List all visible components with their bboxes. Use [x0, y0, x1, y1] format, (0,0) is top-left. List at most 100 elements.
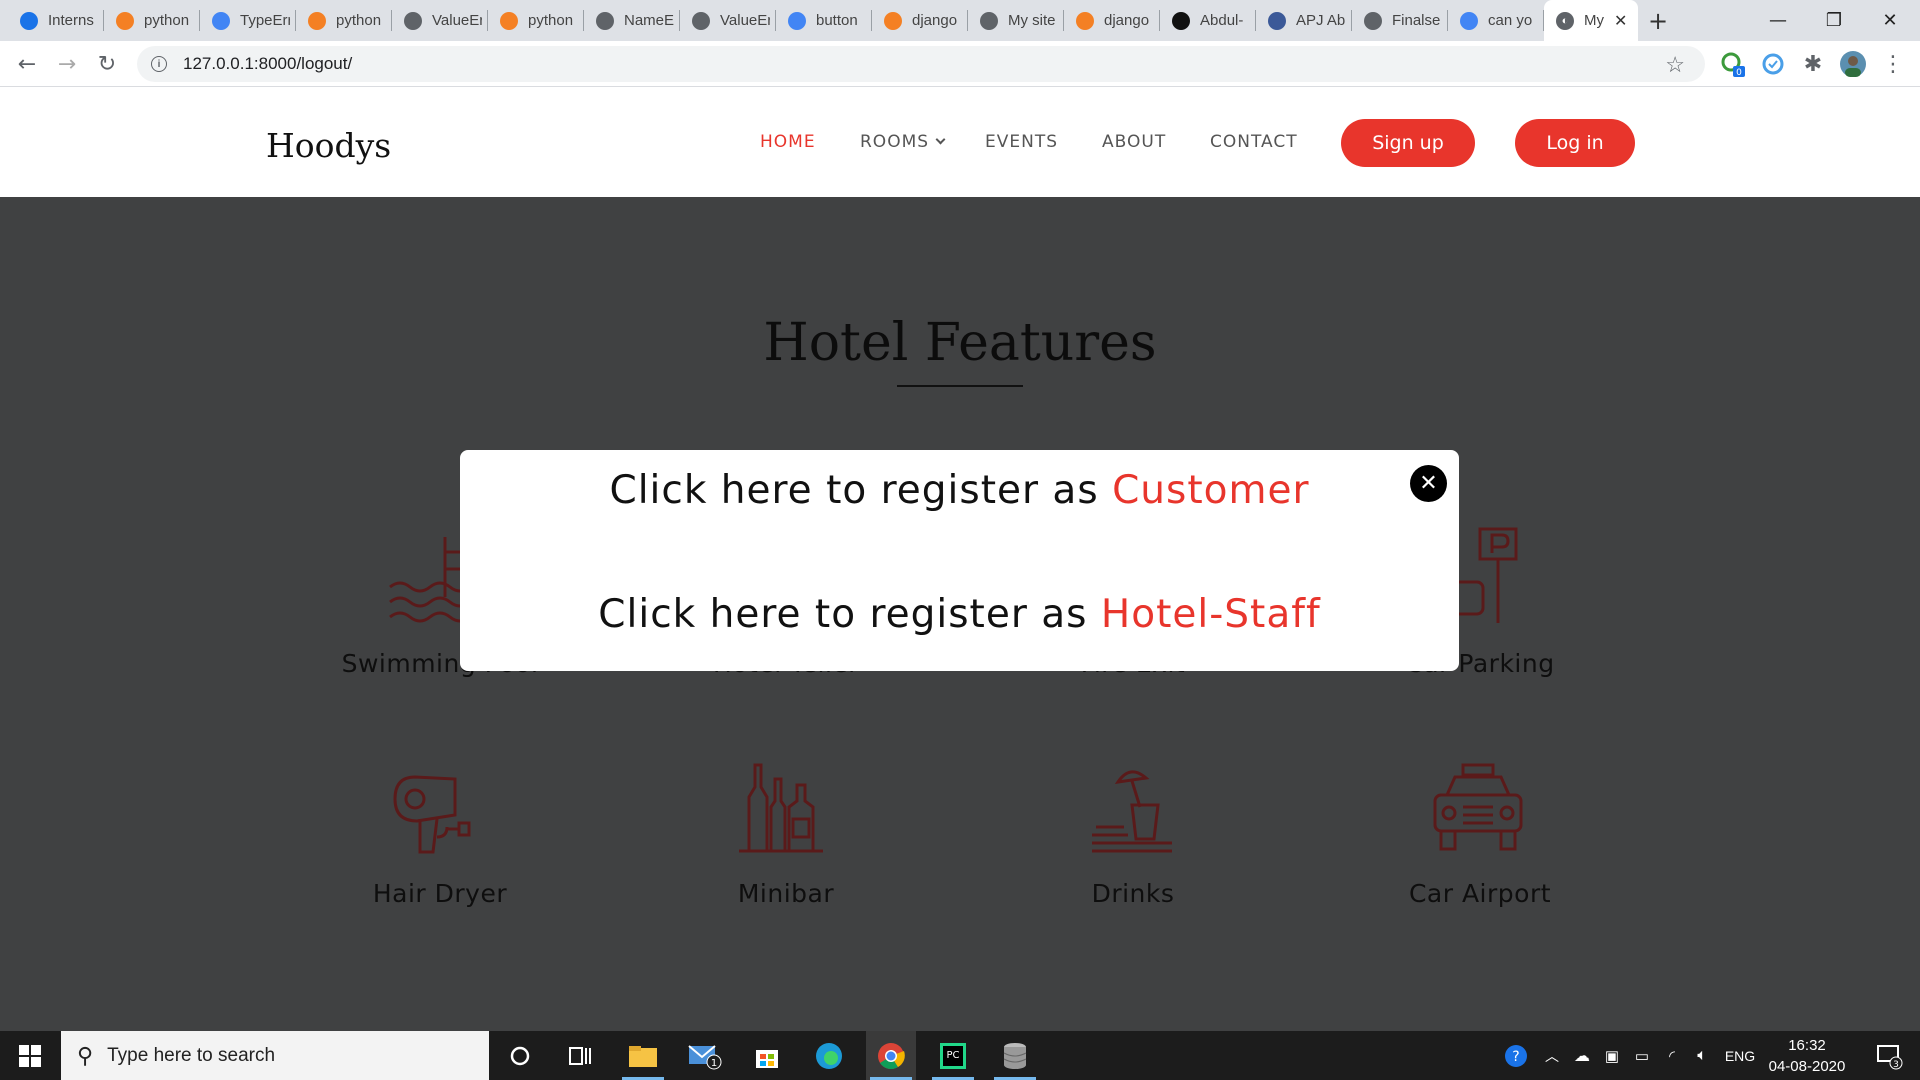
edge-icon[interactable] — [804, 1031, 854, 1080]
menu-icon[interactable]: ⋮ — [1880, 51, 1906, 77]
register-customer-link[interactable]: Customer — [1112, 468, 1309, 513]
nav-rooms-label: ROOMS — [860, 132, 930, 152]
login-button[interactable]: Log in — [1515, 119, 1635, 167]
globe-icon: ◐ — [1556, 11, 1574, 30]
nav-about[interactable]: ABOUT — [1102, 132, 1166, 152]
store-icon[interactable] — [742, 1031, 792, 1080]
tab-title: ValueEr — [432, 12, 482, 29]
device-icon[interactable]: ▣ — [1598, 1031, 1626, 1080]
site-brand[interactable]: Hoodys — [266, 126, 391, 165]
title-underline — [897, 385, 1023, 387]
tab-title: django — [912, 12, 958, 29]
nav-home[interactable]: HOME — [760, 132, 816, 152]
browser-tab[interactable]: django — [1064, 0, 1160, 41]
browser-tab[interactable]: My site — [968, 0, 1064, 41]
browser-tab[interactable]: Interns — [8, 0, 104, 41]
battery-icon[interactable]: ▭ — [1628, 1031, 1656, 1080]
puzzle-icon[interactable]: ✱ — [1800, 51, 1826, 77]
register-customer-line[interactable]: Click here to register as Customer — [460, 468, 1459, 513]
forward-icon[interactable]: → — [52, 49, 82, 79]
tab-title: NameE — [624, 12, 674, 29]
drinks-icon — [1092, 770, 1172, 853]
tab-title: Interns — [48, 12, 94, 29]
browser-tab[interactable]: ValueEr — [392, 0, 488, 41]
onedrive-icon[interactable]: ☁ — [1568, 1031, 1596, 1080]
browser-tab[interactable]: python — [104, 0, 200, 41]
shield-icon — [1268, 11, 1286, 30]
search-placeholder: Type here to search — [107, 1044, 276, 1066]
taskbar-clock[interactable]: 16:32 04-08-2020 — [1762, 1035, 1852, 1077]
pycharm-icon[interactable]: PC — [928, 1031, 978, 1080]
chevron-down-icon — [935, 134, 946, 145]
window-close-icon[interactable]: ✕ — [1862, 0, 1918, 41]
nav-contact[interactable]: CONTACT — [1210, 132, 1298, 152]
close-tab-icon[interactable]: ✕ — [1614, 11, 1627, 31]
back-icon[interactable]: ← — [12, 49, 42, 79]
help-icon[interactable]: ? — [1500, 1031, 1532, 1080]
notification-icon[interactable]: 3 — [1865, 1031, 1913, 1080]
clock-time: 16:32 — [1788, 1037, 1826, 1054]
browser-tab[interactable]: can yo — [1448, 0, 1544, 41]
info-icon[interactable]: i — [151, 56, 167, 72]
tab-title: ValueEr — [720, 12, 770, 29]
nav-rooms[interactable]: ROOMS — [860, 132, 946, 152]
wifi-icon[interactable]: ◜ — [1658, 1031, 1686, 1080]
tab-title: Finalse — [1392, 12, 1441, 29]
tab-title: can yo — [1488, 12, 1533, 29]
minibar-icon — [739, 763, 823, 853]
search-icon: ⚲ — [77, 1042, 94, 1068]
extension-icon[interactable]: 0 — [1720, 51, 1746, 77]
browser-tab[interactable]: python — [488, 0, 584, 41]
register-staff-link[interactable]: Hotel-Staff — [1101, 592, 1321, 637]
feature-car-airport: Car Airport — [1330, 757, 1630, 908]
svg-text:PC: PC — [946, 1050, 959, 1061]
browser-tab[interactable]: django — [872, 0, 968, 41]
modal-backdrop[interactable]: Hotel Features Swimming Pool Hotel Telle… — [0, 197, 1920, 1031]
minimize-icon[interactable]: — — [1750, 0, 1806, 41]
svg-text:3: 3 — [1893, 1060, 1899, 1070]
tab-strip: Interns python TypeErr python ValueEr python N… — [0, 0, 1920, 41]
google-icon — [1460, 11, 1478, 30]
windows-start-icon[interactable] — [0, 1031, 60, 1080]
chevron-up-icon[interactable]: ︿ — [1538, 1031, 1566, 1080]
cortana-icon[interactable] — [495, 1031, 545, 1080]
address-bar[interactable]: i 127.0.0.1:8000/logout/ ☆ — [137, 46, 1705, 82]
restore-icon[interactable]: ❐ — [1806, 0, 1862, 41]
globe-icon — [596, 11, 614, 30]
browser-tab[interactable]: button — [776, 0, 872, 41]
signup-button[interactable]: Sign up — [1341, 119, 1475, 167]
taskbar-search[interactable]: ⚲ Type here to search — [61, 1031, 489, 1080]
nav-events[interactable]: EVENTS — [985, 132, 1058, 152]
browser-tab[interactable]: APJ Ab — [1256, 0, 1352, 41]
active-tab[interactable]: ◐ My ✕ — [1544, 0, 1638, 41]
browser-toolbar: ← → ↻ i 127.0.0.1:8000/logout/ ☆ 0 ✱ ⋮ — [0, 41, 1920, 87]
globe-icon — [692, 11, 710, 30]
site-header: Hoodys HOME ROOMS EVENTS ABOUT CONTACT S… — [0, 88, 1920, 197]
bookmark-star-icon[interactable]: ☆ — [1665, 52, 1685, 78]
stackoverflow-icon — [884, 11, 902, 30]
task-view-icon[interactable] — [555, 1031, 605, 1080]
mail-icon[interactable]: 1 — [680, 1031, 730, 1080]
clock-date: 04-08-2020 — [1768, 1058, 1846, 1075]
feature-drinks: Drinks — [983, 757, 1283, 908]
database-icon[interactable] — [990, 1031, 1040, 1080]
extension-blue-icon[interactable] — [1760, 51, 1786, 77]
browser-tab[interactable]: NameE — [584, 0, 680, 41]
chrome-icon[interactable] — [866, 1031, 916, 1080]
browser-tab[interactable]: ValueEr — [680, 0, 776, 41]
browser-tab[interactable]: Finalse — [1352, 0, 1448, 41]
avatar[interactable] — [1840, 51, 1866, 77]
browser-tab[interactable]: python — [296, 0, 392, 41]
github-icon — [1172, 11, 1190, 30]
volume-icon[interactable]: 🔈︎ — [1688, 1031, 1716, 1080]
reload-icon[interactable]: ↻ — [92, 49, 122, 79]
language-indicator[interactable]: ENG — [1718, 1031, 1762, 1080]
browser-tab[interactable]: TypeErr — [200, 0, 296, 41]
new-tab-button[interactable]: + — [1638, 0, 1678, 41]
tab-title: button — [816, 12, 858, 29]
globe-icon — [404, 11, 422, 30]
file-explorer-icon[interactable] — [618, 1031, 668, 1080]
close-icon[interactable]: ✕ — [1410, 465, 1447, 502]
browser-tab[interactable]: Abdul- — [1160, 0, 1256, 41]
register-staff-line[interactable]: Click here to register as Hotel-Staff — [460, 592, 1459, 637]
